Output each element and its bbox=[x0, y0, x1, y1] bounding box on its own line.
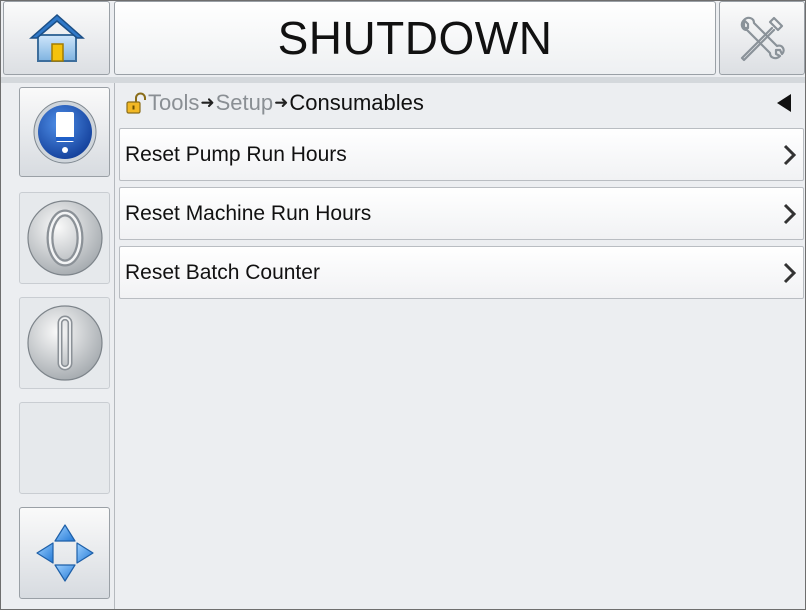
chevron-right-icon bbox=[783, 144, 797, 166]
tools-button[interactable] bbox=[719, 1, 805, 75]
menu-item-reset-batch-counter[interactable]: Reset Batch Counter bbox=[119, 246, 804, 299]
ink-cartridge-icon bbox=[33, 100, 96, 164]
stop-jet-button[interactable] bbox=[19, 297, 110, 389]
breadcrumb-tools[interactable]: Tools bbox=[148, 90, 199, 116]
navigation-button[interactable] bbox=[19, 507, 110, 599]
ink-system-button[interactable] bbox=[19, 87, 110, 177]
breadcrumb-consumables: Consumables bbox=[289, 90, 424, 115]
status-title-bar: SHUTDOWN bbox=[114, 1, 716, 75]
breadcrumb-separator-icon: ➜ bbox=[200, 93, 215, 112]
menu-item-reset-pump-run-hours[interactable]: Reset Pump Run Hours bbox=[119, 128, 804, 181]
chevron-right-icon bbox=[783, 262, 797, 284]
sidebar-divider bbox=[114, 83, 115, 609]
breadcrumb-setup[interactable]: Setup bbox=[216, 90, 274, 116]
navigation-arrows-icon bbox=[35, 524, 94, 582]
tools-icon bbox=[740, 16, 785, 62]
menu-item-reset-machine-run-hours[interactable]: Reset Machine Run Hours bbox=[119, 187, 804, 240]
home-icon bbox=[28, 13, 85, 62]
home-button[interactable] bbox=[3, 1, 110, 75]
back-arrow-icon[interactable] bbox=[777, 94, 791, 112]
page-title: SHUTDOWN bbox=[277, 12, 553, 64]
chevron-right-icon bbox=[783, 203, 797, 225]
breadcrumb-separator-icon: ➜ bbox=[274, 93, 289, 112]
menu-item-label: Reset Pump Run Hours bbox=[125, 142, 347, 166]
empty-sidebar-slot bbox=[19, 402, 110, 494]
menu-item-label: Reset Batch Counter bbox=[125, 260, 320, 284]
header-separator bbox=[1, 77, 805, 83]
stop-jet-icon bbox=[26, 305, 103, 381]
start-jet-button[interactable] bbox=[19, 192, 110, 284]
screen-frame: SHUTDOWN Tools ➜ Setup ➜ Consumables Res… bbox=[0, 0, 806, 610]
breadcrumb: Tools ➜ Setup ➜ Consumables bbox=[119, 87, 805, 119]
unlocked-padlock-icon bbox=[126, 92, 146, 114]
start-jet-icon bbox=[26, 200, 103, 276]
menu-item-label: Reset Machine Run Hours bbox=[125, 201, 372, 225]
